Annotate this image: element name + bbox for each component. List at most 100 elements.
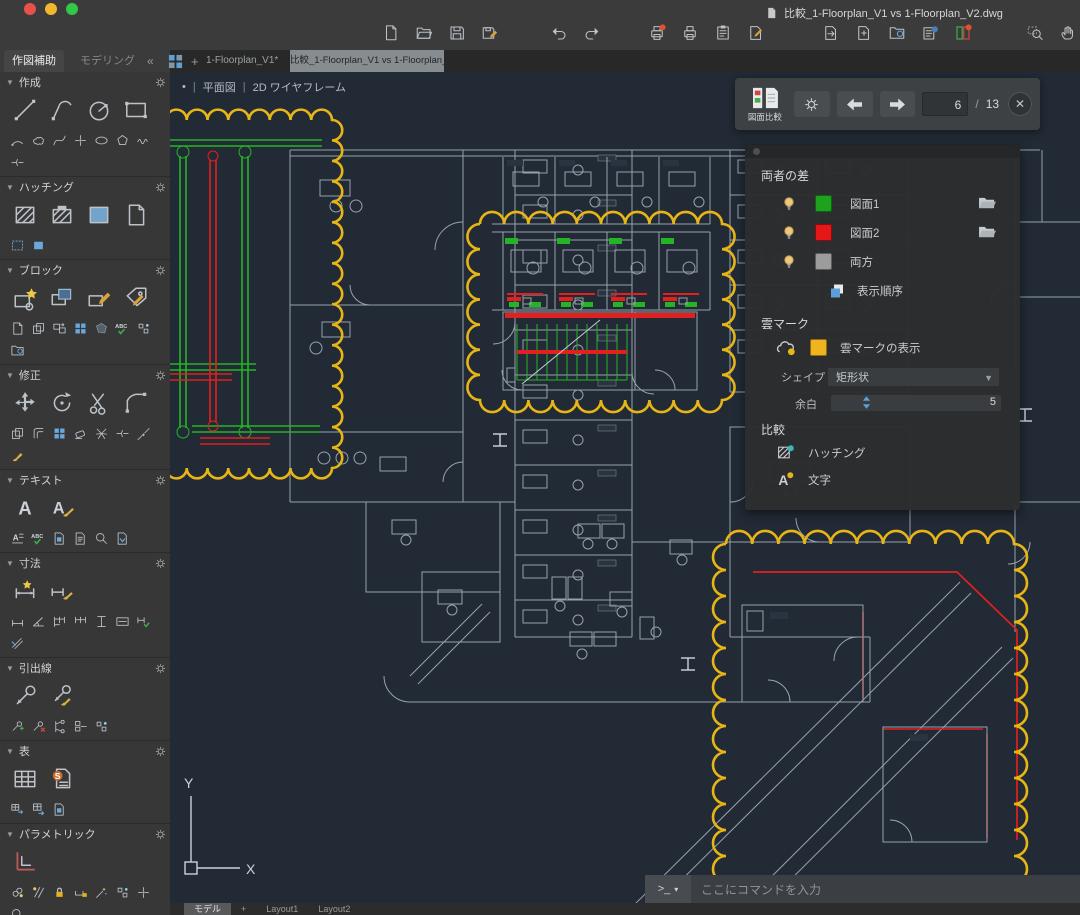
open-web-icon[interactable]: [10, 343, 25, 358]
dim-ibeam-icon[interactable]: [94, 614, 109, 629]
wand-icon[interactable]: [94, 885, 109, 900]
break-icon[interactable]: [10, 155, 25, 170]
viewport-controls[interactable]: • | 平面図 | 2D ワイヤフレーム: [182, 79, 346, 95]
dim-boxed-icon[interactable]: [115, 614, 130, 629]
copy-tool[interactable]: [8, 424, 26, 443]
brush-icon[interactable]: [10, 448, 25, 463]
fillet-tool[interactable]: [119, 385, 153, 421]
leader-collect-icon[interactable]: [73, 719, 88, 734]
drawing1-folder-icon[interactable]: [978, 195, 997, 210]
solid-tool[interactable]: [29, 236, 47, 255]
new-file-icon[interactable]: [382, 24, 400, 42]
boundary-icon[interactable]: [10, 238, 25, 253]
explode-icon[interactable]: [94, 426, 109, 441]
draw-order-label[interactable]: 表示順序: [857, 283, 903, 299]
pan-icon[interactable]: [1059, 24, 1077, 42]
revision-cloud-icon[interactable]: [775, 339, 797, 356]
gradient-tool[interactable]: [82, 197, 116, 233]
move-icon[interactable]: [12, 390, 38, 416]
gradient-icon[interactable]: [86, 202, 112, 228]
constraint-tool[interactable]: [134, 319, 152, 338]
hatch-tool[interactable]: [8, 197, 42, 233]
spell-icon[interactable]: ABC: [31, 531, 46, 546]
gear-icon[interactable]: [155, 746, 166, 757]
wipeout-tool[interactable]: [92, 319, 110, 338]
section-collapse-caret[interactable]: ▼: [6, 476, 14, 485]
circle-tool[interactable]: [82, 92, 116, 128]
attdef-tool[interactable]: [119, 280, 153, 316]
tab-layout2[interactable]: Layout2: [308, 903, 360, 915]
trim-icon[interactable]: [86, 390, 112, 416]
datalink-tool[interactable]: [8, 800, 26, 819]
gear-icon[interactable]: [155, 663, 166, 674]
dim-break-tool[interactable]: [8, 634, 26, 653]
circle-icon[interactable]: [86, 97, 112, 123]
ribbon-collapse-button[interactable]: «: [147, 50, 154, 72]
open-web-tool[interactable]: [8, 341, 26, 360]
spell-tool[interactable]: ABC: [29, 529, 47, 548]
ellipse-tool[interactable]: [92, 131, 110, 150]
ribbon-tab-drafting[interactable]: 作図補助: [4, 50, 64, 72]
offset-tool[interactable]: [29, 424, 47, 443]
text-compare-label[interactable]: 文字: [808, 472, 831, 488]
viewport-menu-icon[interactable]: •: [182, 81, 186, 93]
rotate-icon[interactable]: [49, 390, 75, 416]
offset-icon[interactable]: [31, 426, 46, 441]
etransmit-icon[interactable]: [822, 24, 840, 42]
hatch-edit-icon[interactable]: [49, 202, 75, 228]
lock-tool[interactable]: [50, 883, 68, 902]
ribbon-tab-modeling[interactable]: モデリング: [80, 50, 135, 72]
dim-brush-icon[interactable]: [49, 578, 75, 604]
point-tool[interactable]: [134, 883, 152, 902]
fillet-icon[interactable]: [123, 390, 149, 416]
undo-icon[interactable]: [550, 24, 568, 42]
minimize-window-button[interactable]: [45, 3, 57, 15]
spell-icon[interactable]: ABC: [115, 321, 130, 336]
field-icon[interactable]: [73, 531, 88, 546]
copy-tool[interactable]: [29, 319, 47, 338]
dim-check-tool[interactable]: [134, 612, 152, 631]
drawing2-folder-icon[interactable]: [978, 224, 997, 239]
arc-tool[interactable]: [8, 131, 26, 150]
parallel-icon[interactable]: [31, 885, 46, 900]
constraint-icon[interactable]: [94, 719, 109, 734]
leader-collect-tool[interactable]: [71, 717, 89, 736]
doc-blue-tool[interactable]: [50, 529, 68, 548]
slider-handle[interactable]: [862, 396, 871, 414]
section-collapse-caret[interactable]: ▼: [6, 78, 14, 87]
pdf-icon[interactable]: [115, 531, 130, 546]
squiggle-tool[interactable]: [134, 131, 152, 150]
break-tool[interactable]: [8, 153, 26, 172]
erase-tool[interactable]: [71, 424, 89, 443]
point-tool[interactable]: [71, 131, 89, 150]
publish-icon[interactable]: [921, 24, 939, 42]
spline-icon[interactable]: [52, 133, 67, 148]
section-collapse-caret[interactable]: ▼: [6, 371, 14, 380]
dim-ibeam-tool[interactable]: [92, 612, 110, 631]
replace-icon[interactable]: [52, 321, 67, 336]
gear-icon[interactable]: [155, 558, 166, 569]
table-doc-icon[interactable]: S: [49, 766, 75, 792]
zoom-window-icon[interactable]: [1026, 24, 1044, 42]
both-color-swatch[interactable]: [815, 253, 832, 270]
doc-blue-tool[interactable]: [50, 800, 68, 819]
open-icon[interactable]: [415, 24, 433, 42]
leader-tool[interactable]: [8, 678, 42, 714]
gear-icon[interactable]: [155, 182, 166, 193]
constraint-tool[interactable]: [92, 717, 110, 736]
gear-icon[interactable]: [155, 370, 166, 381]
gear-icon[interactable]: [155, 829, 166, 840]
trim-tool[interactable]: [82, 385, 116, 421]
drawing2-color-swatch[interactable]: [815, 224, 832, 241]
dim-linear-icon[interactable]: [10, 614, 25, 629]
polygon-icon[interactable]: [115, 133, 130, 148]
join-tool[interactable]: [134, 424, 152, 443]
printer-icon[interactable]: [648, 24, 666, 42]
wipeout-icon[interactable]: [94, 321, 109, 336]
revcloud-icon[interactable]: [31, 133, 46, 148]
doc-blue-icon[interactable]: [52, 802, 67, 817]
visibility-bulb-icon[interactable]: [781, 253, 797, 270]
revcloud-tool[interactable]: [29, 131, 47, 150]
rectangle-tool[interactable]: [119, 92, 153, 128]
text-style-tool[interactable]: A: [45, 490, 79, 526]
